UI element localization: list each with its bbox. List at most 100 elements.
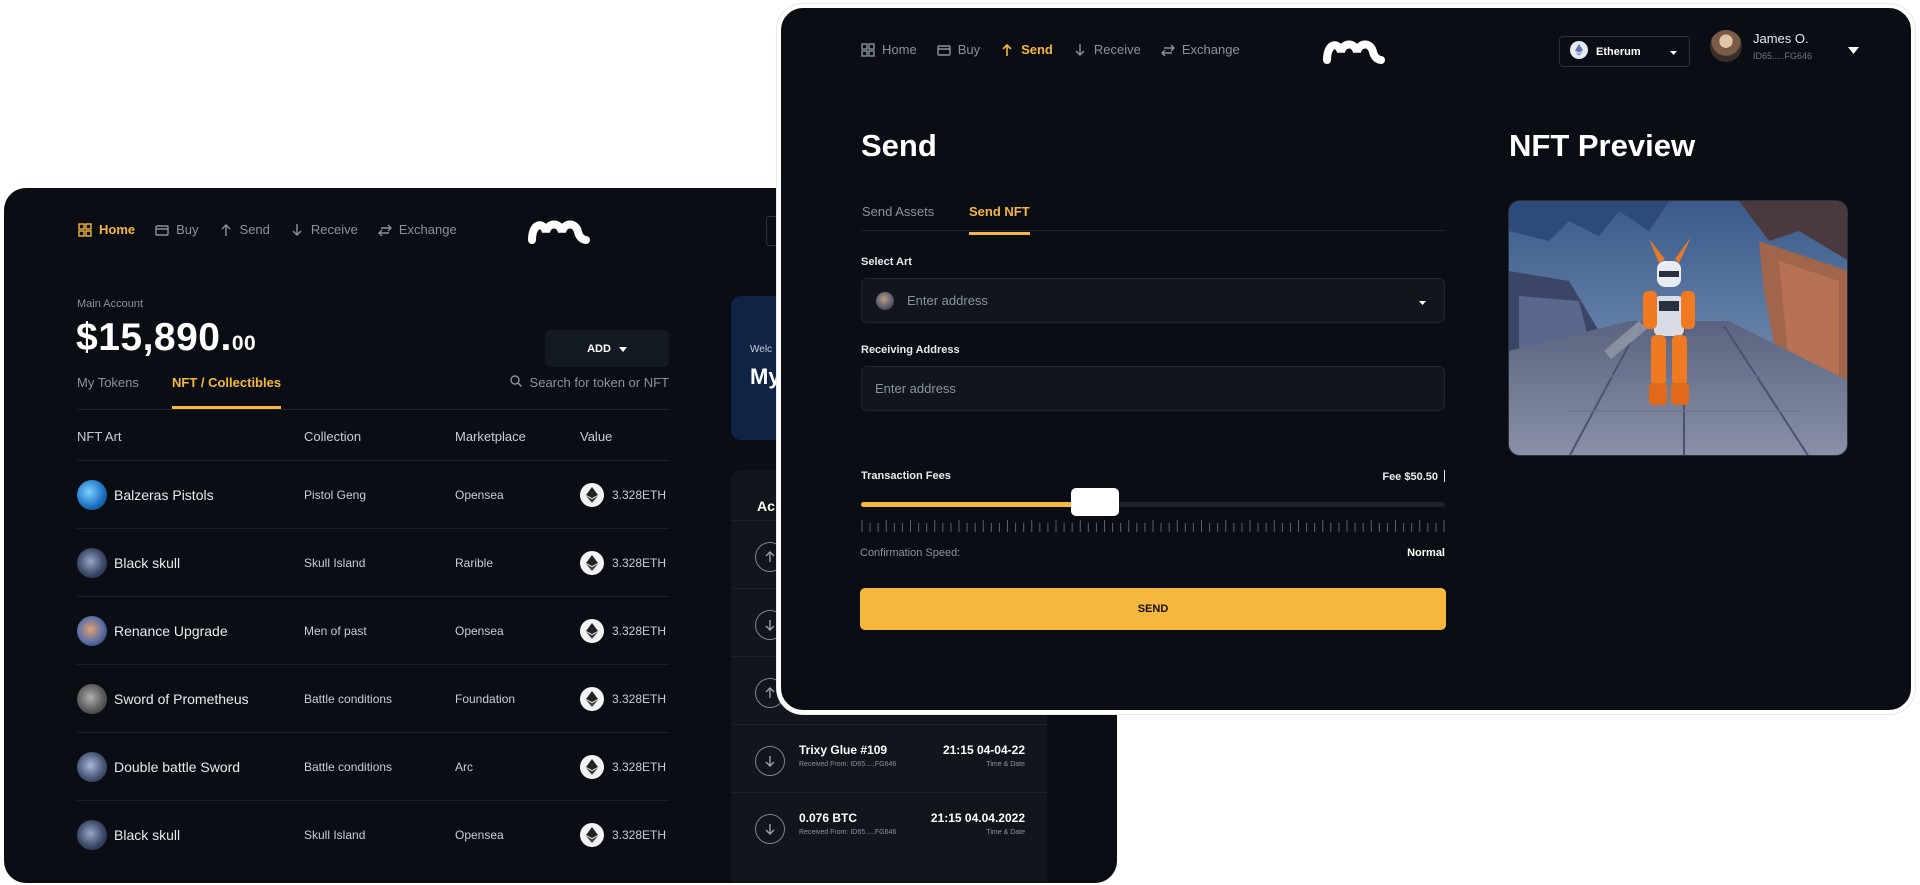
ethereum-icon (1570, 41, 1588, 62)
nav-buy[interactable]: Buy (155, 222, 199, 237)
activity-item[interactable]: Trixy Glue #109 Received From: ID65.....… (731, 724, 1047, 792)
nav-buy[interactable]: Buy (936, 42, 981, 57)
nft-collection: Skull Island (304, 555, 366, 570)
arrow-down-icon (290, 223, 304, 237)
nav-receive[interactable]: Receive (1073, 42, 1141, 57)
nav-receive[interactable]: Receive (290, 222, 358, 237)
ethereum-icon (580, 754, 604, 779)
nft-thumbnail (77, 820, 107, 850)
nav-exchange[interactable]: Exchange (377, 222, 457, 237)
nav-home[interactable]: Home (78, 222, 135, 237)
nft-thumbnail (77, 683, 107, 714)
tab-send-assets[interactable]: Send Assets (862, 204, 934, 234)
add-button[interactable]: ADD (545, 330, 669, 367)
nav-exchange-label: Exchange (398, 222, 457, 237)
activity-title-text: Trixy Glue #109 (799, 743, 888, 757)
nft-value: 3.328ETH (612, 555, 667, 570)
card-icon (155, 223, 169, 237)
page-title: Send (861, 128, 937, 163)
nav-send[interactable]: Send (219, 222, 270, 237)
nav-buy-label: Buy (957, 42, 981, 57)
preview-title: NFT Preview (1509, 128, 1696, 163)
ethereum-icon (580, 482, 604, 507)
arrow-down-circle-icon (755, 746, 785, 776)
send-tabs: Send Assets Send NFT (861, 183, 1445, 235)
fee-value: Fee $50.50 (1353, 470, 1445, 483)
nft-marketplace: Arc (455, 759, 473, 774)
ethereum-icon (580, 550, 604, 575)
user-menu[interactable]: James O. ID65.....FG646 (1710, 30, 1859, 62)
arrow-down-icon (1073, 43, 1087, 57)
grid-icon (78, 222, 92, 237)
search-field[interactable]: Search for token or NFT (509, 375, 669, 390)
nav-home-label: Home (99, 222, 136, 237)
send-button[interactable]: SEND (860, 588, 1446, 630)
ethereum-icon (580, 686, 604, 711)
nav-send[interactable]: Send (1000, 42, 1053, 57)
col-collection: Collection (304, 429, 362, 444)
nav-exchange-label: Exchange (1181, 42, 1240, 57)
nav-home[interactable]: Home (861, 42, 917, 57)
fee-slider[interactable] (861, 488, 1445, 516)
caret-down-icon (1670, 46, 1677, 58)
tab-nft-collectibles[interactable]: NFT / Collectibles (172, 375, 282, 409)
network-select[interactable]: Etherum (1559, 36, 1690, 67)
select-art-dropdown[interactable]: Enter address (861, 278, 1445, 323)
home-nav: Home Buy Send Receive Exchange (78, 222, 457, 237)
activity-time-label: Time & Date (986, 761, 1025, 768)
nft-marketplace: Opensea (455, 487, 504, 502)
nft-preview-image (1508, 200, 1848, 456)
nft-name: Black skull (114, 827, 181, 843)
swap-icon (1160, 43, 1175, 57)
activity-time: 21:15 04.04.2022 (930, 811, 1025, 825)
arrow-up-icon (219, 223, 233, 237)
receiving-address-label: Receiving Address (861, 344, 960, 356)
nav-home-label: Home (882, 42, 917, 57)
nft-name: Double battle Sword (114, 758, 241, 775)
nav-receive-label: Receive (310, 222, 358, 237)
table-row[interactable]: Sword of Prometheus Battle conditions Fo… (77, 665, 669, 733)
fee-cursor (1444, 470, 1445, 482)
table-row[interactable]: Double battle Sword Battle conditions Ar… (77, 733, 669, 801)
table-row[interactable]: Black skull Skull Island Rarible 3.328ET… (77, 529, 669, 597)
balance: $15,890.00 (76, 316, 256, 360)
nft-value: 3.328ETH (612, 623, 667, 638)
confirmation-speed-value: Normal (1407, 547, 1445, 559)
nft-preview-artwork (1509, 201, 1847, 455)
nft-thumbnail (77, 547, 107, 578)
nft-name: Sword of Prometheus (114, 690, 249, 707)
nft-value: 3.328ETH (612, 487, 667, 502)
tab-my-tokens[interactable]: My Tokens (77, 375, 139, 406)
table-row[interactable]: Balzeras Pistols Pistol Geng Opensea 3.3… (77, 461, 669, 529)
confirmation-speed-label: Confirmation Speed: (860, 547, 961, 559)
arrow-up-icon (1000, 43, 1014, 57)
nav-exchange[interactable]: Exchange (1160, 42, 1240, 57)
art-thumbnail (876, 291, 894, 310)
nav-buy-label: Buy (176, 222, 199, 237)
send-window: Home Buy Send Receive Exchange Etherum J… (777, 4, 1915, 714)
nft-value: 3.328ETH (612, 691, 667, 706)
nft-name: Renance Upgrade (114, 622, 228, 639)
activity-item[interactable]: 0.076 BTC Received From: ID65.....FG646 … (731, 792, 1047, 860)
nft-thumbnail (77, 615, 107, 646)
nft-marketplace: Opensea (455, 828, 504, 842)
table-header: NFT Art Collection Marketplace Value (77, 413, 669, 461)
tab-send-nft[interactable]: Send NFT (969, 204, 1030, 235)
activity-sub-text: Received From: ID65.....FG646 (799, 761, 897, 768)
nft-collection: Battle conditions (304, 759, 393, 774)
table-row[interactable]: Renance Upgrade Men of past Opensea 3.32… (77, 597, 669, 665)
brand-logo[interactable] (528, 218, 590, 249)
nft-marketplace: Foundation (455, 691, 516, 706)
search-icon (509, 375, 522, 390)
receiving-address-input[interactable]: Enter address (861, 366, 1445, 411)
col-value: Value (580, 429, 613, 444)
welcome-text: Welc (750, 344, 773, 355)
add-button-label: ADD (587, 342, 611, 355)
brand-logo[interactable] (1323, 38, 1385, 69)
user-name: James O. (1753, 31, 1809, 46)
fee-slider-handle[interactable] (1070, 488, 1119, 516)
table-row[interactable]: Black skull Skull Island Opensea 3.328ET… (77, 801, 669, 869)
send-nav: Home Buy Send Receive Exchange (861, 42, 1240, 57)
network-select-edge[interactable] (766, 216, 776, 246)
nft-name: Black skull (114, 554, 181, 571)
